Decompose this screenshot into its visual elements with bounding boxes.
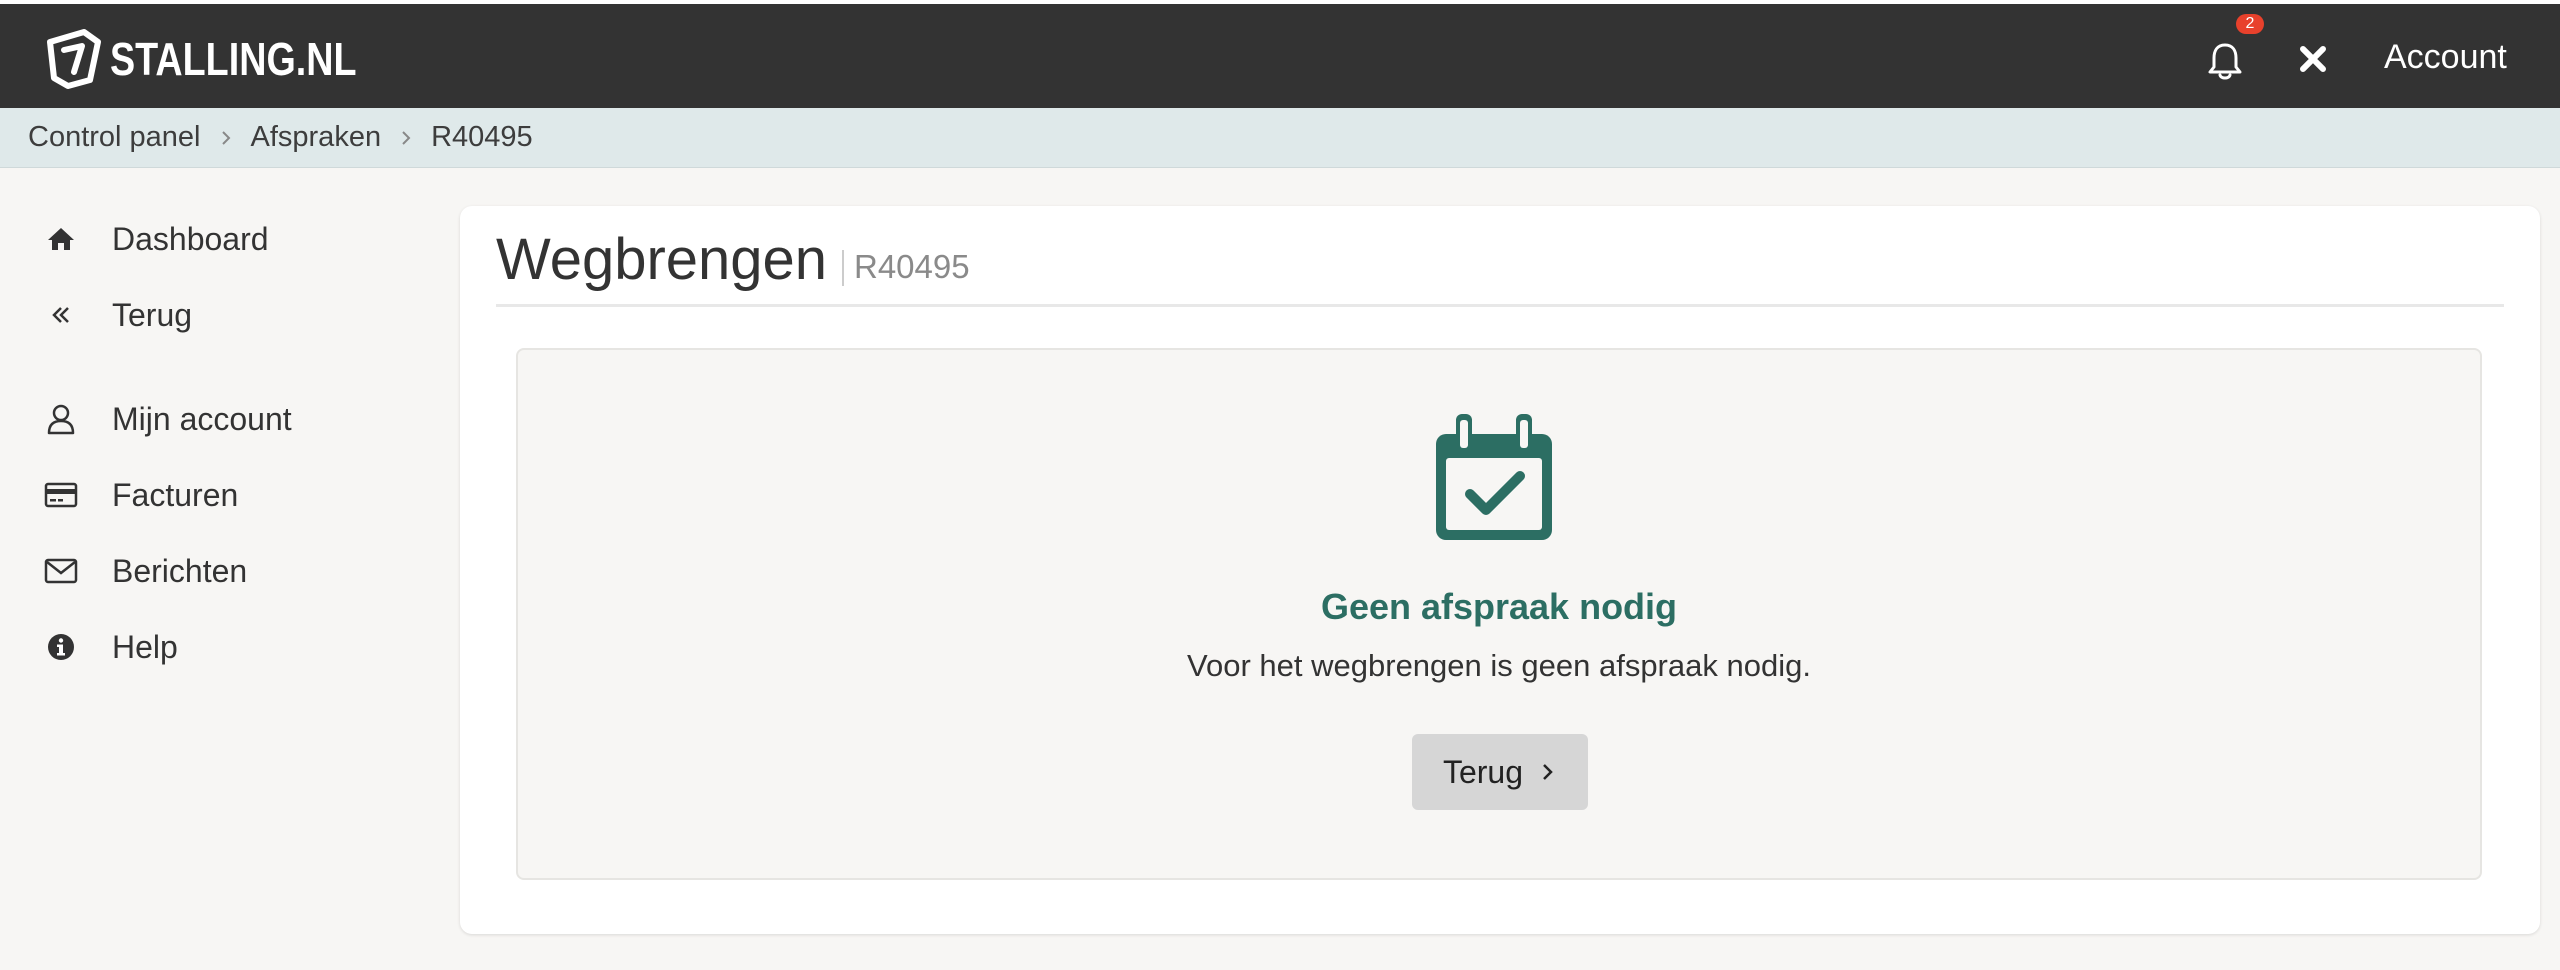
sidebar-item-label: Terug [112,296,193,333]
page-title: Wegbrengen [496,227,828,292]
chevron-right-icon [402,130,411,145]
back-button-label: Terug [1442,753,1524,790]
sidebar-item-facturen[interactable]: Facturen [44,473,238,517]
credit-card-icon [44,478,78,512]
chevron-right-icon [221,130,230,145]
logo-icon [47,29,101,89]
back-button[interactable]: Terug [1412,734,1588,810]
sidebar-item-label: Dashboard [112,220,269,257]
envelope-icon [44,554,78,588]
breadcrumb-current: R40495 [431,121,533,153]
notice-title: Geen afspraak nodig [1320,586,1678,627]
notification-badge: 2 [2236,14,2264,34]
breadcrumb-afspraken[interactable]: Afspraken [251,121,382,154]
breadcrumb: Control panel Afspraken R40495 [0,108,2560,168]
calendar-check-icon [1436,414,1552,540]
sidebar-item-mijn-account[interactable]: Mijn account [44,397,292,441]
sidebar-item-dashboard[interactable]: Dashboard [44,217,269,261]
title-rule [496,304,2504,307]
sidebar-item-berichten[interactable]: Berichten [44,549,247,593]
title-divider [842,250,844,286]
logo[interactable]: STALLING.NL [44,28,411,90]
bell-icon[interactable] [2204,40,2246,82]
notice-box: Geen afspraak nodig Voor het wegbrengen … [516,348,2482,880]
sidebar-item-label: Mijn account [112,400,292,437]
user-icon [44,402,78,436]
top-navbar: STALLING.NL 2 Account [0,0,2560,108]
notice-text: Voor het wegbrengen is geen afspraak nod… [1187,648,1811,683]
sidebar-item-help[interactable]: Help [44,625,178,669]
sidebar-item-label: Berichten [112,552,248,589]
page-reference: R40495 [854,248,970,285]
sidebar-item-label: Facturen [112,476,239,513]
chevron-right-icon [1543,764,1553,780]
home-icon [44,222,78,256]
account-link[interactable]: Account [2384,38,2507,77]
breadcrumb-control-panel[interactable]: Control panel [28,121,201,154]
sidebar-item-terug[interactable]: Terug [44,293,192,337]
sidebar-item-label: Help [112,628,178,665]
close-icon[interactable] [2296,42,2330,76]
main-panel: Wegbrengen R40495 Geen afspraak nodig Vo… [460,206,2540,934]
double-chevron-left-icon [44,298,78,332]
info-circle-icon [44,630,78,664]
logo-text: STALLING.NL [110,33,357,85]
